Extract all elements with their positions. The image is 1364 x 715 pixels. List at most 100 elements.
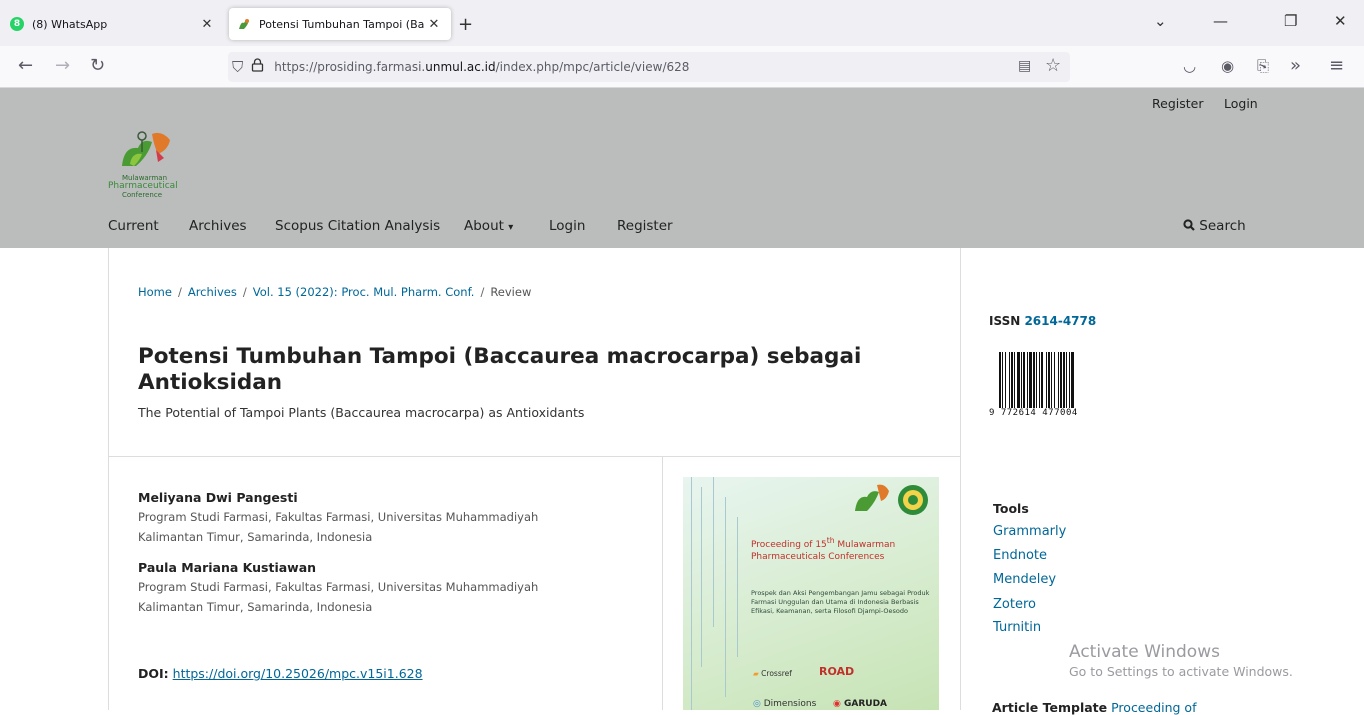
user-nav-register[interactable]: Register (1152, 96, 1203, 111)
extensions-icon[interactable]: ⎘ (1257, 57, 1269, 75)
tool-zotero[interactable]: Zotero (993, 597, 1036, 612)
breadcrumb-home[interactable]: Home (138, 285, 172, 299)
barcode-bar (1033, 352, 1035, 408)
barcode-bar (1011, 352, 1013, 408)
barcode-bar (1021, 352, 1022, 408)
author-entry: Paula Mariana Kustiawan Program Studi Fa… (138, 560, 598, 617)
barcode-bar (999, 352, 1001, 408)
breadcrumb-current: Review (490, 285, 532, 299)
breadcrumb-issue[interactable]: Vol. 15 (2022): Proc. Mul. Pharm. Conf. (253, 285, 475, 299)
barcode-bar (1014, 352, 1015, 408)
barcode-bar (1023, 352, 1025, 408)
pocket-icon[interactable]: ◡ (1183, 57, 1196, 75)
tab-whatsapp[interactable]: 8 (8) WhatsApp ✕ (2, 8, 224, 40)
user-nav-login[interactable]: Login (1224, 96, 1258, 111)
sidebar: ISSN 2614-4778 9 772614 477004 Tools Gra… (961, 248, 1364, 710)
barcode-bar (1009, 352, 1010, 408)
restore-icon[interactable]: ❐ (1284, 12, 1297, 30)
tool-grammarly[interactable]: Grammarly (993, 524, 1066, 539)
tool-endnote[interactable]: Endnote (993, 548, 1047, 563)
dimensions-logo: ◎ Dimensions (753, 699, 816, 709)
forward-icon[interactable]: → (55, 55, 70, 76)
barcode-bar (1051, 352, 1052, 408)
close-tab-button[interactable]: ✕ (425, 17, 443, 32)
app-menu-icon[interactable]: ≡ (1329, 55, 1344, 76)
url-domain: unmul.ac.id (425, 60, 496, 74)
dimensions-icon: ◎ (753, 699, 761, 709)
windows-activation-watermark: Activate Windows Go to Settings to activ… (1069, 642, 1293, 679)
logo-line-2: Pharmaceutical (108, 181, 178, 191)
cover-heading-text: Proceeding of 15 (751, 540, 827, 550)
tool-mendeley[interactable]: Mendeley (993, 572, 1056, 587)
issn-label: ISSN (989, 314, 1021, 328)
article-subtitle: The Potential of Tampoi Plants (Baccaure… (138, 405, 585, 420)
barcode-bar (1046, 352, 1047, 408)
nav-scopus-citation[interactable]: Scopus Citation Analysis (275, 218, 440, 234)
issue-cover-image[interactable]: Proceeding of 15th Mulawarman Pharmaceuti… (683, 477, 939, 710)
column-divider (662, 457, 663, 710)
garuda-label: GARUDA (844, 699, 888, 709)
article-template-link[interactable]: Proceeding of (1111, 700, 1196, 715)
barcode-digits: 9 772614 477004 (989, 408, 1078, 418)
shield-icon[interactable]: ⛉ (232, 58, 243, 76)
search-link[interactable]: Search (1183, 218, 1246, 234)
overflow-menu-icon[interactable]: » (1290, 55, 1301, 76)
barcode-bar (1058, 352, 1059, 408)
site-logo[interactable]: Mulawarman Pharmaceutical Conference (108, 128, 198, 200)
cover-decor-line (713, 477, 714, 627)
back-icon[interactable]: ← (18, 55, 33, 76)
lock-icon[interactable] (251, 58, 264, 76)
cover-decor-line (691, 477, 692, 710)
cover-decor-line (737, 517, 738, 657)
new-tab-button[interactable]: + (458, 14, 473, 35)
issn-link[interactable]: 2614-4778 (1024, 314, 1096, 328)
minimize-icon[interactable]: — (1213, 12, 1228, 30)
tools-heading: Tools (993, 501, 1029, 516)
bookmark-star-icon[interactable]: ☆ (1045, 55, 1061, 76)
nav-about[interactable]: About ▾ (464, 218, 513, 234)
barcode-bar (1027, 352, 1028, 408)
crossref-label: Crossref (761, 669, 792, 678)
nav-archives[interactable]: Archives (189, 218, 247, 234)
list-tabs-icon[interactable]: ⌄ (1154, 12, 1167, 30)
divider (109, 456, 961, 457)
search-icon (1183, 219, 1195, 231)
crossref-icon: ▰ (753, 669, 759, 678)
breadcrumb-separator: / (177, 285, 182, 299)
site-header: Register Login Mulawarman Pharmaceutical… (0, 88, 1364, 248)
issn-barcode: 9 772614 477004 (989, 352, 1107, 420)
account-icon[interactable]: ◉ (1221, 57, 1234, 75)
nav-login[interactable]: Login (549, 218, 585, 234)
cover-heading: Proceeding of 15th Mulawarman Pharmaceuti… (751, 535, 921, 563)
breadcrumb-separator: / (242, 285, 247, 299)
tab-article[interactable]: Potensi Tumbuhan Tampoi (Bac ✕ (229, 8, 451, 40)
breadcrumb-separator: / (480, 285, 485, 299)
cover-heading-end: Mulawarman (834, 540, 896, 550)
barcode-bar (1039, 352, 1040, 408)
road-logo: ROAD (819, 665, 855, 678)
tool-turnitin[interactable]: Turnitin (993, 620, 1041, 635)
whatsapp-badge-icon: 8 (10, 17, 24, 31)
cover-heading-line2: Pharmaceuticals Conferences (751, 552, 885, 562)
address-bar[interactable]: ⛉ https://prosiding.farmasi.unmul.ac.id/… (228, 52, 1070, 82)
author-name: Paula Mariana Kustiawan (138, 560, 317, 575)
watermark-line-1: Activate Windows (1069, 642, 1220, 662)
nav-register[interactable]: Register (617, 218, 673, 234)
cover-decor-line (701, 487, 702, 667)
dimensions-label: Dimensions (763, 699, 817, 709)
close-tab-button[interactable]: ✕ (198, 17, 216, 32)
issn: ISSN 2614-4778 (989, 314, 1096, 328)
nav-current[interactable]: Current (108, 218, 159, 234)
url-text[interactable]: https://prosiding.farmasi.unmul.ac.id/in… (274, 60, 689, 74)
doi-link[interactable]: https://doi.org/10.25026/mpc.v15i1.628 (173, 666, 423, 681)
cover-logos-icon (855, 484, 928, 515)
breadcrumb-archives[interactable]: Archives (188, 285, 237, 299)
doi: DOI: https://doi.org/10.25026/mpc.v15i1.… (138, 666, 423, 681)
reload-icon[interactable]: ↻ (90, 55, 105, 76)
nav-about-label: About (464, 218, 504, 234)
reader-view-icon[interactable]: ▤ (1018, 58, 1031, 74)
author-affiliation: Program Studi Farmasi, Fakultas Farmasi,… (138, 580, 539, 614)
barcode-bar (1029, 352, 1032, 408)
window-close-icon[interactable]: ✕ (1334, 12, 1347, 30)
author-affiliation: Program Studi Farmasi, Fakultas Farmasi,… (138, 510, 539, 544)
